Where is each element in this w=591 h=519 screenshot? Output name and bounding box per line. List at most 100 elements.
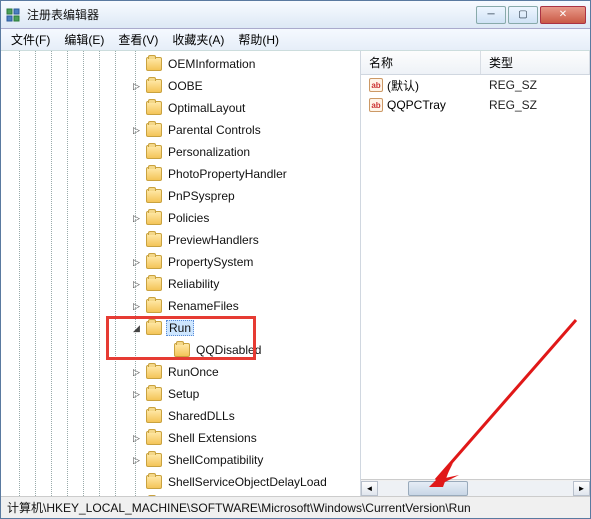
tree-item-label: RunOnce [166, 365, 221, 379]
tree-item[interactable]: ▷Policies [131, 207, 360, 229]
tree-item[interactable]: ◢ Run [131, 317, 360, 339]
expander-icon[interactable]: ▷ [131, 433, 142, 444]
h-scrollbar[interactable]: ◄ ► [361, 479, 590, 496]
expander-icon[interactable]: ▷ [131, 455, 142, 466]
expander-icon[interactable]: ▷ [131, 367, 142, 378]
scroll-track[interactable] [378, 481, 573, 496]
expander-icon[interactable]: ▷ [131, 213, 142, 224]
close-button[interactable]: ✕ [540, 6, 586, 24]
value-name: (默认) [387, 77, 419, 94]
tree-item[interactable]: ▷ RunOnce [131, 361, 360, 383]
folder-icon [146, 255, 162, 269]
expander-icon[interactable]: ▷ [131, 301, 142, 312]
titlebar: 注册表编辑器 ─ ▢ ✕ [1, 1, 590, 29]
expander-icon [131, 411, 142, 422]
reg-sz-icon: ab [369, 98, 383, 112]
maximize-button[interactable]: ▢ [508, 6, 538, 24]
status-path: 计算机\HKEY_LOCAL_MACHINE\SOFTWARE\Microsof… [7, 499, 471, 516]
tree-item[interactable]: ▷ RenameFiles [131, 295, 360, 317]
tree-item[interactable]: ▷ShellCompatibility [131, 449, 360, 471]
tree-item-label: Personalization [166, 145, 252, 159]
expander-icon[interactable]: ◢ [131, 323, 142, 334]
expander-icon[interactable]: ▷ [131, 81, 142, 92]
expander-icon [131, 191, 142, 202]
folder-icon [146, 387, 162, 401]
tree-item[interactable]: ▷ OOBE [131, 75, 360, 97]
menu-favorites[interactable]: 收藏夹(A) [166, 29, 230, 50]
menu-edit[interactable]: 编辑(E) [58, 29, 110, 50]
value-row[interactable]: abQQPCTrayREG_SZ [361, 95, 590, 115]
tree-item[interactable]: PhotoPropertyHandler [131, 163, 360, 185]
expander-icon [159, 345, 170, 356]
tree-item-label: Shell Extensions [166, 431, 259, 445]
tree-item[interactable]: OptimalLayout [131, 97, 360, 119]
folder-icon [146, 57, 162, 71]
value-name-cell: ab (默认) [361, 77, 481, 94]
tree-item-label: PhotoPropertyHandler [166, 167, 289, 181]
tree-item[interactable]: ▷ Reliability [131, 273, 360, 295]
folder-icon [146, 101, 162, 115]
folder-icon [146, 299, 162, 313]
list-body[interactable]: ab(默认)REG_SZabQQPCTrayREG_SZ [361, 75, 590, 479]
value-row[interactable]: ab (默认) REG_SZ [361, 75, 590, 95]
folder-icon [146, 123, 162, 137]
content: OEMInformation ▷ OOBE OptimalLayout ▷Parenta… [1, 51, 590, 496]
tree-pane: OEMInformation ▷ OOBE OptimalLayout ▷Parenta… [1, 51, 361, 496]
statusbar: 计算机\HKEY_LOCAL_MACHINE\SOFTWARE\Microsof… [1, 496, 590, 518]
folder-icon [146, 167, 162, 181]
expander-icon[interactable]: ▷ [131, 389, 142, 400]
menu-help[interactable]: 帮助(H) [232, 29, 285, 50]
tree-item[interactable]: ▷PropertySystem [131, 251, 360, 273]
expander-icon[interactable]: ▷ [131, 257, 142, 268]
tree-item[interactable]: SharedDLLs [131, 405, 360, 427]
tree-item[interactable]: PreviewHandlers [131, 229, 360, 251]
list-header: 名称 类型 [361, 51, 590, 75]
folder-icon [146, 321, 162, 335]
menu-file[interactable]: 文件(F) [5, 29, 56, 50]
window: 注册表编辑器 ─ ▢ ✕ 文件(F) 编辑(E) 查看(V) 收藏夹(A) 帮助… [0, 0, 591, 519]
folder-icon [146, 233, 162, 247]
menu-view[interactable]: 查看(V) [112, 29, 164, 50]
value-type: REG_SZ [481, 98, 590, 112]
col-type[interactable]: 类型 [481, 51, 590, 74]
expander-icon[interactable]: ▷ [131, 125, 142, 136]
reg-sz-icon: ab [369, 78, 383, 92]
tree-item[interactable]: ShellServiceObjectDelayLoad [131, 471, 360, 493]
tree-item[interactable]: PnPSysprep [131, 185, 360, 207]
value-type: REG_SZ [481, 78, 590, 92]
tree-item-label: SharedDLLs [166, 409, 237, 423]
folder-icon [146, 211, 162, 225]
tree-item-label: RenameFiles [166, 299, 241, 313]
col-name[interactable]: 名称 [361, 51, 481, 74]
scroll-left-button[interactable]: ◄ [361, 481, 378, 496]
value-name-cell: abQQPCTray [361, 98, 481, 112]
tree-item-label: OptimalLayout [166, 101, 247, 115]
values-pane: 名称 类型 ab(默认)REG_SZabQQPCTrayREG_SZ ◄ ► [361, 51, 590, 496]
tree-item-label: OEMInformation [166, 57, 257, 71]
regedit-icon [5, 7, 21, 23]
folder-icon [146, 145, 162, 159]
expander-icon [131, 477, 142, 488]
folder-icon [146, 475, 162, 489]
tree-item[interactable]: Personalization [131, 141, 360, 163]
tree-item[interactable]: QQDisabled [131, 339, 360, 361]
tree-scroll[interactable]: OEMInformation ▷ OOBE OptimalLayout ▷Parenta… [1, 51, 360, 496]
tree-item[interactable]: ▷Sidebar [131, 493, 360, 496]
tree-item[interactable]: ▷Parental Controls [131, 119, 360, 141]
tree-item[interactable]: ▷ Shell Extensions [131, 427, 360, 449]
folder-icon [146, 431, 162, 445]
tree-item-label: PreviewHandlers [166, 233, 261, 247]
expander-icon [131, 169, 142, 180]
expander-icon [131, 235, 142, 246]
expander-icon[interactable]: ▷ [131, 279, 142, 290]
tree-item[interactable]: OEMInformation [131, 53, 360, 75]
tree-item[interactable]: ▷Setup [131, 383, 360, 405]
folder-icon [174, 343, 190, 357]
minimize-button[interactable]: ─ [476, 6, 506, 24]
scroll-thumb[interactable] [408, 481, 468, 496]
tree-item-label: QQDisabled [194, 343, 263, 357]
tree-item-label: OOBE [166, 79, 205, 93]
scroll-right-button[interactable]: ► [573, 481, 590, 496]
tree-item-label: Reliability [166, 277, 221, 291]
tree-item-label: Run [166, 320, 194, 336]
